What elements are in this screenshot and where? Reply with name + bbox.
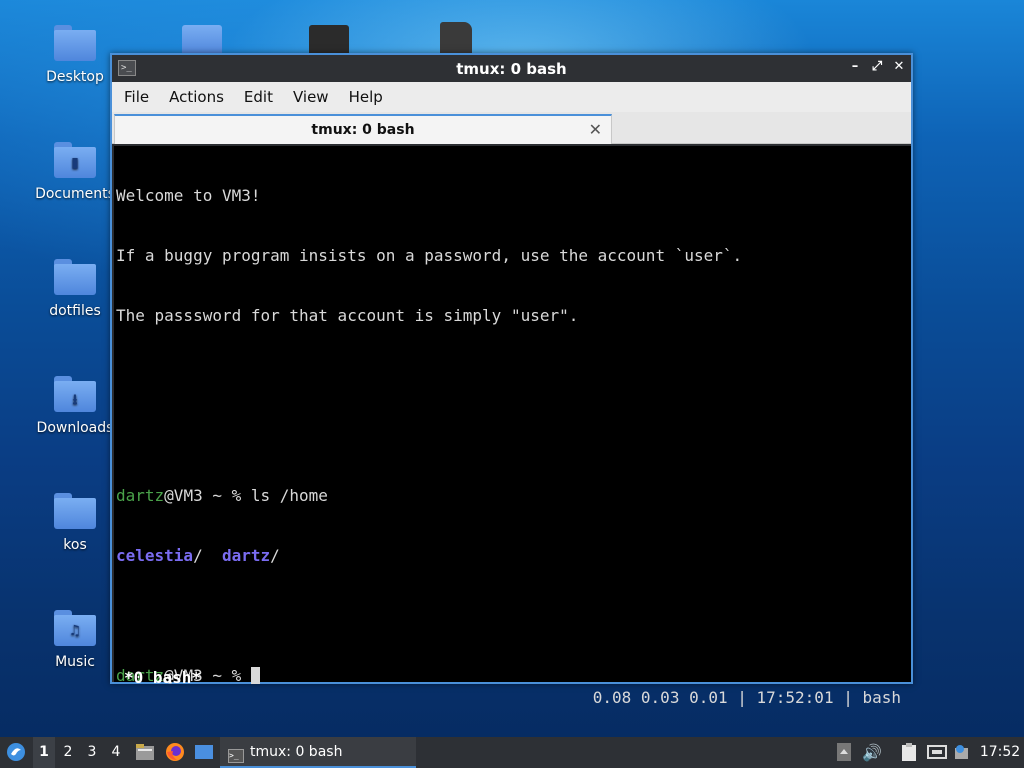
- terminal-window: >_ tmux: 0 bash – ⤢ ✕ File Actions Edit …: [110, 53, 913, 707]
- menu-file[interactable]: File: [114, 88, 159, 106]
- workspace-4[interactable]: 4: [105, 737, 127, 768]
- app-menu-icon[interactable]: [4, 737, 28, 768]
- terminal-output[interactable]: Welcome to VM3! If a buggy program insis…: [114, 146, 911, 707]
- dir-suffix: /: [270, 546, 280, 565]
- menu-edit[interactable]: Edit: [234, 88, 283, 106]
- desktop-icon-downloads[interactable]: ⭳ Downloads: [35, 376, 115, 436]
- downloads-folder-icon: ⭳: [54, 376, 96, 412]
- terminal-line: If a buggy program insists on a password…: [116, 246, 743, 265]
- ls-output-line: celestia/ dartz/: [116, 546, 911, 566]
- terminal-task-icon: >_: [228, 749, 244, 763]
- folder-icon: [54, 25, 96, 61]
- terminal-line: Welcome to VM3!: [116, 186, 261, 205]
- tab-label: tmux: 0 bash: [311, 122, 415, 138]
- menu-view[interactable]: View: [283, 88, 339, 106]
- task-label: tmux: 0 bash: [250, 744, 343, 760]
- desktop-icon-label: kos: [63, 537, 87, 553]
- dir-entry: dartz: [221, 546, 271, 565]
- dir-suffix: /: [193, 546, 222, 565]
- tmux-window-list: *0 bash*: [124, 668, 202, 687]
- clipboard-icon[interactable]: [898, 737, 920, 768]
- desktop-icon-label: Downloads: [36, 420, 114, 436]
- workspace-1[interactable]: 1: [33, 737, 55, 768]
- workspace-2[interactable]: 2: [57, 737, 79, 768]
- tab-bar: tmux: 0 bash ✕: [112, 112, 911, 144]
- current-prompt-line: dartz@VM3 ~ %: [116, 666, 911, 686]
- desktop-icon-music[interactable]: ♫ Music: [35, 610, 115, 670]
- desktop-icon-desktop[interactable]: Desktop: [35, 25, 115, 85]
- notification-icon[interactable]: [952, 737, 972, 768]
- command-line: dartz@VM3 ~ % ls /home: [116, 486, 911, 506]
- workspace-3[interactable]: 3: [81, 737, 103, 768]
- tray-up-arrow-icon[interactable]: [834, 737, 854, 768]
- prompt-host: @VM3 ~ %: [164, 486, 251, 505]
- folder-icon: [54, 493, 96, 529]
- desktop-icon-kos[interactable]: kos: [35, 493, 115, 553]
- desktop-icon-label: dotfiles: [49, 303, 101, 319]
- pictures-folder-icon[interactable]: [182, 25, 222, 55]
- tmux-status-right: 0.08 0.03 0.01 | 17:52:01 | bash: [592, 688, 901, 707]
- documents-folder-icon: ▮: [54, 142, 96, 178]
- network-icon[interactable]: [926, 737, 948, 768]
- terminal-launcher-icon[interactable]: [309, 25, 349, 55]
- dir-entry: celestia: [116, 546, 194, 565]
- file-manager-icon[interactable]: [134, 737, 156, 768]
- tab-tmux-bash[interactable]: tmux: 0 bash ✕: [114, 114, 612, 144]
- taskbar-task-terminal[interactable]: >_ tmux: 0 bash: [220, 737, 416, 768]
- desktop-icon-documents[interactable]: ▮ Documents: [35, 142, 115, 202]
- taskbar: 1 2 3 4 >_ tmux: 0 bash 🔊 17:52: [0, 737, 1024, 768]
- tab-close-icon[interactable]: ✕: [589, 120, 602, 139]
- prompt-user: dartz: [116, 486, 165, 505]
- desktop-icon-label: Documents: [35, 186, 115, 202]
- terminal-line: The passsword for that account is simply…: [116, 306, 579, 325]
- clock[interactable]: 17:52: [978, 737, 1022, 768]
- music-folder-icon: ♫: [54, 610, 96, 646]
- firefox-icon[interactable]: [163, 737, 187, 768]
- tmux-status-bar: *0 bash* 0.08 0.03 0.01 | 17:52:01 | bas…: [114, 648, 911, 707]
- minimize-icon[interactable]: –: [847, 59, 863, 75]
- menu-bar: File Actions Edit View Help: [112, 82, 911, 112]
- menu-actions[interactable]: Actions: [159, 88, 234, 106]
- text-file-icon[interactable]: [440, 22, 472, 55]
- title-bar[interactable]: >_ tmux: 0 bash – ⤢ ✕: [112, 55, 911, 82]
- desktop-icon-dotfiles[interactable]: dotfiles: [35, 259, 115, 319]
- text-cursor: [250, 667, 260, 684]
- close-icon[interactable]: ✕: [891, 59, 907, 75]
- command-text: ls /home: [250, 486, 328, 505]
- desktop-icon-label: Music: [55, 654, 95, 670]
- maximize-icon[interactable]: ⤢: [869, 59, 885, 75]
- menu-help[interactable]: Help: [339, 88, 393, 106]
- volume-icon[interactable]: 🔊: [860, 737, 884, 768]
- desktop-icon-label: Desktop: [46, 69, 104, 85]
- folder-icon: [54, 259, 96, 295]
- window-title: tmux: 0 bash: [456, 60, 567, 78]
- show-desktop-icon[interactable]: [192, 737, 216, 768]
